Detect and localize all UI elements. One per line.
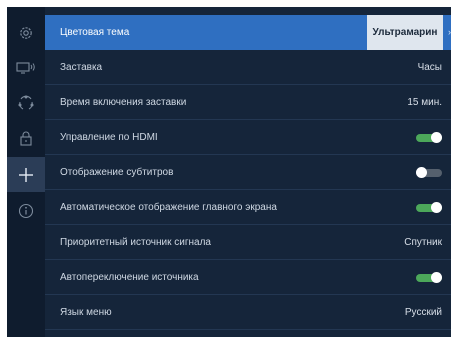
network-icon (17, 94, 35, 112)
hdmi-control-toggle[interactable] (416, 132, 442, 143)
color-theme-select[interactable]: Ультрамарин (367, 15, 443, 50)
gear-icon (18, 25, 34, 41)
sidebar (7, 7, 45, 337)
setting-label: Автоматическое отображение главного экра… (60, 201, 277, 213)
plus-icon (18, 167, 34, 183)
setting-label: Отображение субтитров (60, 166, 174, 178)
setting-priority-source[interactable]: Приоритетный источник сигнала Спутник (45, 225, 451, 260)
tv-settings-screen: Цветовая тема Ультрамарин › Заставка Час… (7, 7, 451, 337)
setting-hdmi-control[interactable]: Управление по HDMI (45, 120, 451, 155)
auto-source-switch-toggle[interactable] (416, 272, 442, 283)
setting-color-theme[interactable]: Цветовая тема Ультрамарин › (45, 15, 451, 50)
setting-menu-language[interactable]: Язык меню Русский (45, 295, 451, 330)
setting-value: Часы (417, 61, 442, 73)
subtitles-toggle[interactable] (416, 167, 442, 178)
sidebar-item-security[interactable] (7, 120, 45, 155)
setting-auto-home-screen[interactable]: Автоматическое отображение главного экра… (45, 190, 451, 225)
setting-label: Приоритетный источник сигнала (60, 236, 211, 248)
lock-icon (18, 130, 34, 146)
info-icon (18, 203, 34, 219)
setting-label: Автопереключение источника (60, 271, 199, 283)
setting-label: Цветовая тема (60, 27, 130, 38)
sidebar-item-info[interactable] (7, 193, 45, 228)
setting-value: Спутник (404, 236, 442, 248)
sidebar-item-network[interactable] (7, 85, 45, 120)
setting-value: 15 мин. (407, 96, 442, 108)
setting-label: Заставка (60, 61, 103, 73)
setting-auto-source-switch[interactable]: Автопереключение источника (45, 260, 451, 295)
setting-screensaver-time[interactable]: Время включения заставки 15 мин. (45, 85, 451, 120)
setting-screensaver[interactable]: Заставка Часы (45, 50, 451, 85)
setting-label: Управление по HDMI (60, 131, 158, 143)
settings-list: Цветовая тема Ультрамарин › Заставка Час… (45, 7, 451, 337)
setting-value: Русский (404, 306, 442, 318)
setting-subtitles[interactable]: Отображение субтитров (45, 155, 451, 190)
sidebar-item-display[interactable] (7, 50, 45, 85)
tv-wireless-icon (16, 60, 36, 76)
auto-home-screen-toggle[interactable] (416, 202, 442, 213)
sidebar-item-additional[interactable] (7, 157, 45, 192)
setting-label: Время включения заставки (60, 96, 187, 108)
setting-label: Язык меню (60, 306, 112, 318)
sidebar-item-general[interactable] (7, 15, 45, 50)
